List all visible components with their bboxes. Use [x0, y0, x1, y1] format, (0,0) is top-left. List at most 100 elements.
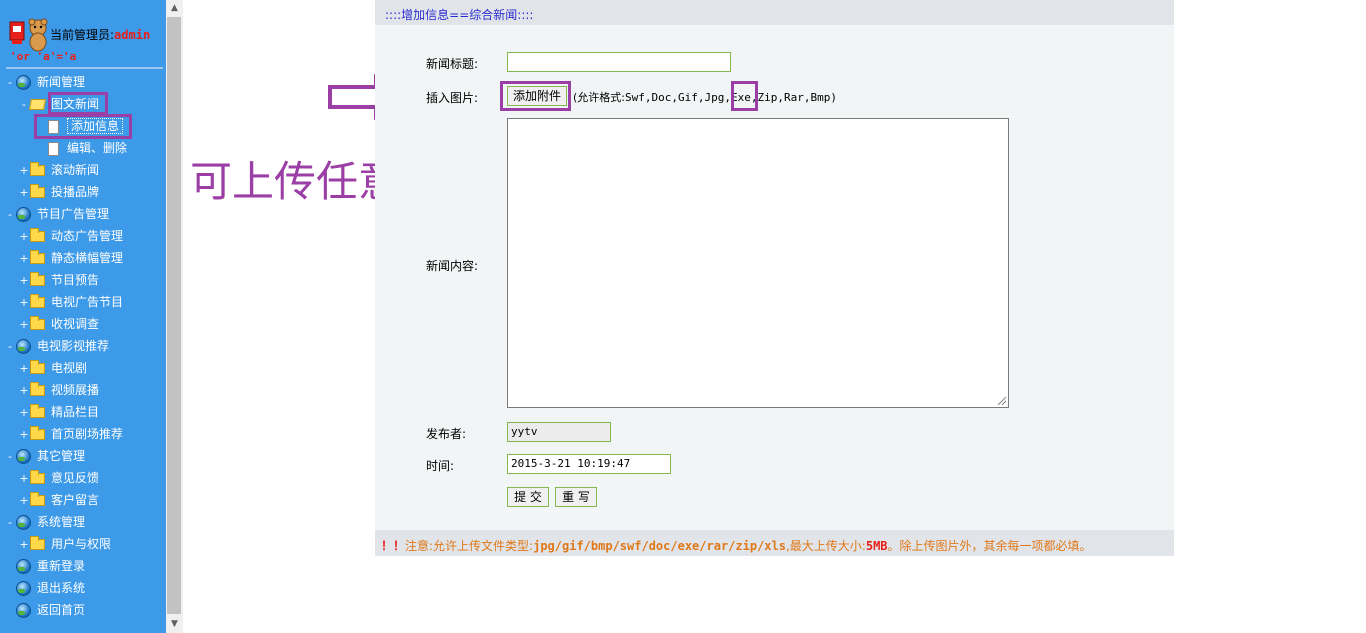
sidebar-item-label: 新闻管理 [37, 75, 86, 89]
folder-icon [30, 316, 45, 330]
sidebar-item[interactable]: + 节目预告 [18, 269, 99, 291]
expand-icon[interactable]: + [18, 160, 30, 182]
sidebar-item-label: 系统管理 [37, 515, 86, 529]
collapse-icon[interactable]: - [4, 336, 16, 358]
submit-button[interactable]: 提 交 [507, 487, 549, 507]
sidebar-item-label: 退出系统 [37, 581, 86, 595]
sidebar-item[interactable]: - 电视影视推荐 [4, 335, 109, 357]
title-label: 新闻标题: [426, 57, 479, 71]
expand-icon[interactable]: + [18, 534, 30, 556]
folder-icon [30, 382, 45, 396]
expand-icon[interactable]: + [18, 314, 30, 336]
expand-icon[interactable]: + [18, 292, 30, 314]
panel-title: ::::增加信息==综合新闻:::: [385, 8, 534, 22]
globe-icon [16, 75, 31, 90]
sidebar-item[interactable]: - 新闻管理 [4, 71, 85, 93]
time-input[interactable]: 2015-3-21 10:19:47 [507, 454, 671, 474]
expand-icon[interactable]: + [18, 490, 30, 512]
panel-footer: ！！注意:允许上传文件类型:jpg/gif/bmp/swf/doc/exe/ra… [375, 530, 1174, 556]
expand-icon[interactable]: + [18, 380, 30, 402]
sidebar-item-label: 精品栏目 [51, 405, 100, 419]
sidebar-item[interactable]: + 动态广告管理 [18, 225, 123, 247]
sidebar: 当前管理员:admin 'or 'a'='a - 新闻管理 - 图文新闻 添加信息 编辑、… [0, 0, 166, 633]
sidebar-item[interactable]: + 电视广告节目 [18, 291, 123, 313]
admin-label: 当前管理员:admin [50, 28, 151, 42]
folder-icon [30, 294, 45, 308]
sidebar-item-label: 客户留言 [51, 493, 100, 507]
sidebar-item[interactable]: 重新登录 [4, 555, 85, 577]
sidebar-item-label: 收视调查 [51, 317, 100, 331]
admin-name: admin [114, 28, 151, 42]
sidebar-item[interactable]: 返回首页 [4, 599, 85, 621]
sidebar-item[interactable]: - 节目广告管理 [4, 203, 109, 225]
sidebar-scrollbar[interactable]: ▲ ▼ [166, 0, 183, 633]
sidebar-item[interactable]: 编辑、删除 [36, 137, 127, 159]
sidebar-divider [6, 67, 163, 69]
sidebar-item-label: 节目广告管理 [37, 207, 110, 221]
expand-icon[interactable]: + [18, 270, 30, 292]
sidebar-item-label: 动态广告管理 [51, 229, 124, 243]
expand-icon[interactable]: + [18, 358, 30, 380]
sidebar-item-label: 返回首页 [37, 603, 86, 617]
sidebar-item-label: 首页剧场推荐 [51, 427, 124, 441]
sidebar-item-label: 其它管理 [37, 449, 86, 463]
content-label: 新闻内容: [426, 259, 479, 273]
sidebar-item[interactable]: 退出系统 [4, 577, 85, 599]
sidebar-item-label: 节目预告 [51, 273, 100, 287]
expand-icon[interactable]: + [18, 182, 30, 204]
sidebar-item[interactable]: + 滚动新闻 [18, 159, 99, 181]
sidebar-item-label: 静态横幅管理 [51, 251, 124, 265]
sidebar-item-label: 意见反馈 [51, 471, 100, 485]
expand-icon[interactable]: + [18, 226, 30, 248]
sidebar-item-label: 滚动新闻 [51, 163, 100, 177]
content-textarea[interactable] [507, 118, 1009, 408]
time-label: 时间: [426, 459, 455, 473]
publisher-input[interactable]: yytv [507, 422, 611, 442]
sidebar-item-label: 编辑、删除 [67, 141, 128, 155]
sidebar-item[interactable]: + 首页剧场推荐 [18, 423, 123, 445]
expand-icon[interactable]: + [18, 424, 30, 446]
reset-button[interactable]: 重 写 [555, 487, 597, 507]
sidebar-item[interactable]: + 客户留言 [18, 489, 99, 511]
folder-icon [30, 404, 45, 418]
expand-icon[interactable]: + [18, 468, 30, 490]
globe-icon [16, 339, 31, 354]
sidebar-item[interactable]: + 收视调查 [18, 313, 99, 335]
sidebar-item[interactable]: + 精品栏目 [18, 401, 99, 423]
scroll-up-icon[interactable]: ▲ [166, 0, 183, 17]
collapse-icon[interactable]: - [4, 204, 16, 226]
sidebar-item[interactable]: - 其它管理 [4, 445, 85, 467]
scroll-down-icon[interactable]: ▼ [166, 616, 183, 633]
allowed-formats-text: (允许格式:Swf,Doc,Gif,Jpg,Exe,Zip,Rar,Bmp) [573, 91, 837, 104]
title-input[interactable] [507, 52, 731, 72]
sidebar-item[interactable]: + 用户与权限 [18, 533, 111, 555]
sidebar-item-label: 电视剧 [51, 361, 88, 375]
sidebar-item-label: 用户与权限 [51, 537, 112, 551]
form-panel: ::::增加信息==综合新闻:::: 新闻标题: 插入图片: 添加附件 (允许格… [375, 0, 1174, 556]
collapse-icon[interactable]: - [4, 512, 16, 534]
globe-icon [16, 581, 31, 596]
folder-icon [30, 272, 45, 286]
sidebar-item[interactable]: + 静态横幅管理 [18, 247, 123, 269]
globe-icon [16, 515, 31, 530]
admin-info: 当前管理员:admin 'or 'a'='a [6, 14, 166, 66]
resize-grip-icon[interactable] [998, 397, 1006, 405]
admin-sub-text: 'or 'a'='a [10, 50, 77, 63]
sidebar-item[interactable]: - 系统管理 [4, 511, 85, 533]
sidebar-item[interactable]: + 视频展播 [18, 379, 99, 401]
sidebar-item[interactable]: + 电视剧 [18, 357, 87, 379]
folder-icon [30, 250, 45, 264]
expand-icon[interactable]: + [18, 402, 30, 424]
collapse-icon[interactable]: - [4, 72, 16, 94]
folder-icon [30, 536, 45, 550]
sidebar-item-label: 视频展播 [51, 383, 100, 397]
sidebar-item[interactable]: + 投播品牌 [18, 181, 99, 203]
panel-header: ::::增加信息==综合新闻:::: [375, 0, 1174, 25]
sidebar-item[interactable]: + 意见反馈 [18, 467, 99, 489]
collapse-icon[interactable]: - [18, 94, 30, 116]
collapse-icon[interactable]: - [4, 446, 16, 468]
folder-icon [30, 184, 45, 198]
scroll-thumb[interactable] [167, 17, 181, 614]
globe-icon [16, 449, 31, 464]
expand-icon[interactable]: + [18, 248, 30, 270]
